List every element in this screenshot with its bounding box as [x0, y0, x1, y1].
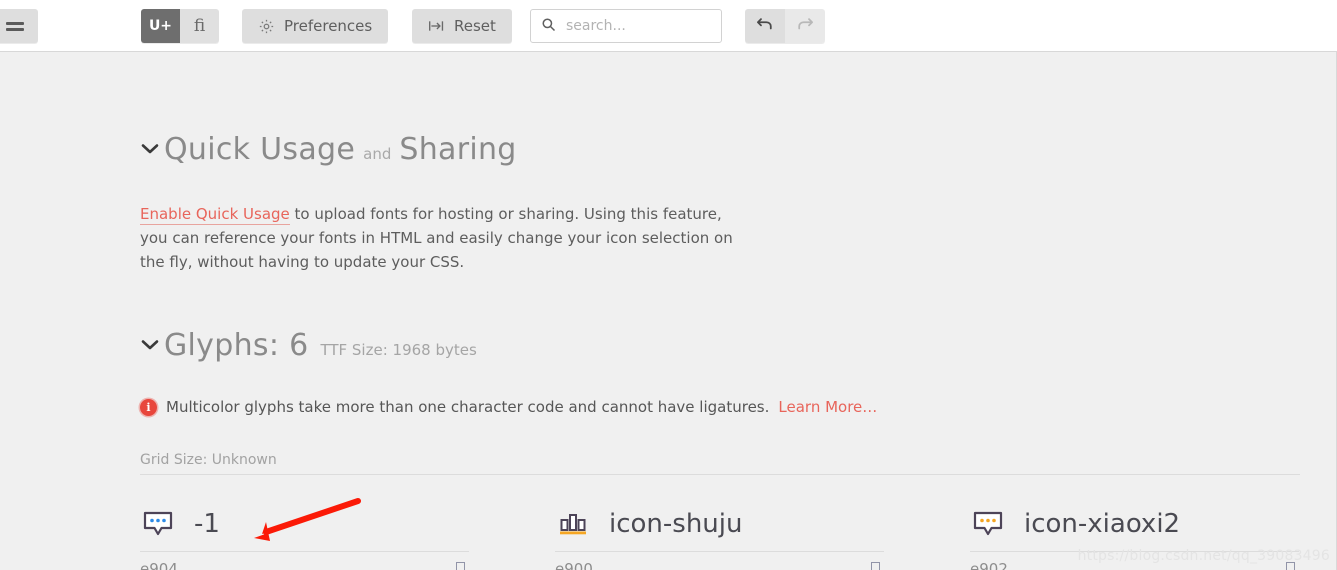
- history-button-group[interactable]: [745, 9, 825, 43]
- glyph-code[interactable]: e904: [140, 560, 178, 570]
- quick-usage-section-header[interactable]: Quick Usage and Sharing: [140, 132, 517, 167]
- glyph-code[interactable]: e902: [970, 560, 1008, 570]
- glyph-card[interactable]: icon-shuju e900: [555, 500, 884, 570]
- glyph-name: -1: [194, 508, 220, 539]
- app-root: U+ ﬁ Preferences Reset search... Quick U…: [0, 0, 1337, 570]
- undo-button[interactable]: [745, 9, 785, 43]
- glyph-name: icon-xiaoxi2: [1024, 508, 1181, 539]
- grid-size-label: Grid Size: Unknown: [140, 452, 1300, 475]
- chevron-down-icon: [140, 338, 164, 351]
- toggle-ligature[interactable]: ﬁ: [180, 9, 219, 43]
- undo-arrow-icon: [756, 16, 774, 36]
- enable-quick-usage-link[interactable]: Enable Quick Usage: [140, 205, 290, 225]
- quick-usage-title-sharing: Sharing: [399, 132, 517, 167]
- glyphs-section-header[interactable]: Glyphs: 6 TTF Size: 1968 bytes: [140, 328, 477, 363]
- bar-chart-orange-baseline-icon: [555, 509, 591, 539]
- multicolor-notice: i Multicolor glyphs take more than one c…: [140, 398, 877, 416]
- glyph-card-header: -1: [140, 500, 469, 552]
- reset-label: Reset: [454, 17, 496, 35]
- glyph-preview-tofu-box: [871, 562, 880, 570]
- learn-more-link[interactable]: Learn More…: [778, 398, 877, 416]
- speech-bubble-blue-dots-icon: [140, 509, 176, 539]
- glyph-code[interactable]: e900: [555, 560, 593, 570]
- tab-to-end-icon: [428, 19, 445, 33]
- redo-button[interactable]: [785, 9, 825, 43]
- ttf-size-label: TTF Size: 1968 bytes: [320, 341, 477, 359]
- toggle-ligature-label: ﬁ: [193, 16, 206, 36]
- info-circle-icon: i: [140, 398, 157, 416]
- glyph-name: icon-shuju: [609, 508, 743, 539]
- glyph-card-header: icon-shuju: [555, 500, 884, 552]
- hamburger-menu-button[interactable]: [0, 9, 38, 43]
- preferences-button[interactable]: Preferences: [242, 9, 389, 43]
- reset-button[interactable]: Reset: [412, 9, 512, 43]
- glyphs-count-title: Glyphs: 6: [164, 328, 309, 363]
- glyph-card-header: icon-xiaoxi2: [970, 500, 1299, 552]
- hamburger-icon: [6, 21, 24, 25]
- glyph-card-footer: e904: [140, 552, 469, 570]
- multicolor-notice-text: Multicolor glyphs take more than one cha…: [166, 398, 770, 416]
- gear-icon: [258, 18, 275, 35]
- search-icon: [541, 17, 556, 36]
- quick-usage-title: Quick Usage: [164, 132, 356, 167]
- redo-arrow-icon: [796, 16, 814, 36]
- glyph-card-footer: e900: [555, 552, 884, 570]
- toggle-unicode[interactable]: U+: [141, 9, 180, 43]
- preferences-label: Preferences: [284, 17, 373, 35]
- glyph-preview-tofu-box: [456, 562, 465, 570]
- main-content: Quick Usage and Sharing Enable Quick Usa…: [0, 52, 1337, 570]
- search-box[interactable]: [530, 9, 742, 43]
- chevron-down-icon: [140, 142, 164, 155]
- quick-usage-paragraph: Enable Quick Usage to upload fonts for h…: [140, 202, 740, 274]
- quick-usage-conjunction: and: [363, 145, 392, 163]
- glyph-card[interactable]: -1 e904: [140, 500, 469, 570]
- hamburger-icon: [6, 27, 24, 31]
- toolbar: U+ ﬁ Preferences Reset search...: [0, 0, 1337, 52]
- watermark-text: https://blog.csdn.net/qq_39083496: [1077, 548, 1330, 564]
- codepoint-ligature-toggle[interactable]: U+ ﬁ: [141, 9, 219, 43]
- search-input[interactable]: [564, 17, 742, 35]
- toggle-unicode-label: U+: [148, 18, 173, 34]
- speech-bubble-orange-dots-icon: [970, 509, 1006, 539]
